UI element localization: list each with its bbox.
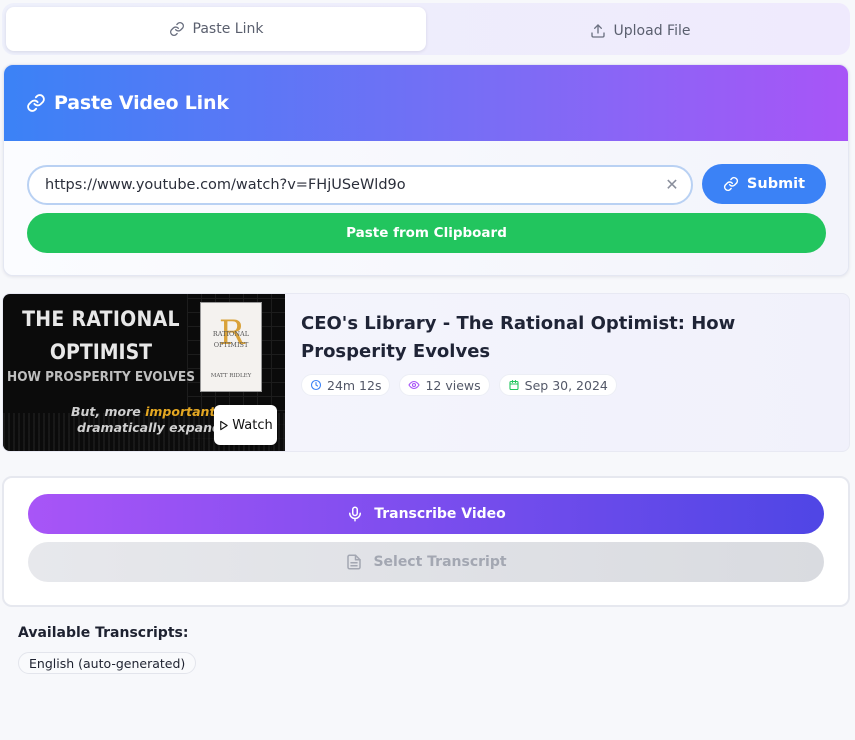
select-transcript-button[interactable]: Select Transcript bbox=[28, 542, 824, 582]
clear-icon[interactable]: ✕ bbox=[663, 176, 681, 194]
eye-icon bbox=[408, 380, 421, 390]
book-cover-title1: RATIONAL bbox=[212, 330, 250, 338]
duration-text: 24m 12s bbox=[327, 377, 382, 393]
date-text: Sep 30, 2024 bbox=[524, 377, 608, 393]
transcript-language-chip[interactable]: English (auto-generated) bbox=[18, 652, 197, 674]
submit-button[interactable]: Submit bbox=[702, 164, 826, 204]
transcript-language-label: English (auto-generated) bbox=[29, 655, 186, 671]
duration-badge: 24m 12s bbox=[301, 374, 391, 396]
calendar-icon bbox=[509, 379, 519, 391]
tab-paste-link-label: Paste Link bbox=[192, 21, 264, 37]
watch-button[interactable]: Watch bbox=[214, 405, 277, 445]
watch-label: Watch bbox=[232, 417, 273, 433]
paste-card-title: Paste Video Link bbox=[54, 92, 229, 114]
video-meta: 24m 12s 12 views Sep 30, 2024 bbox=[301, 374, 617, 396]
paste-card-body: https://www.youtube.com/watch?v=FHjUSeWl… bbox=[4, 141, 848, 275]
source-tabs: Paste Link Upload File bbox=[2, 3, 850, 55]
url-input-value: https://www.youtube.com/watch?v=FHjUSeWl… bbox=[45, 177, 406, 193]
url-input[interactable]: https://www.youtube.com/watch?v=FHjUSeWl… bbox=[27, 165, 693, 205]
paste-card-header: Paste Video Link bbox=[4, 65, 848, 141]
video-title: CEO's Library - The Rational Optimist: H… bbox=[301, 313, 736, 362]
available-transcripts-label: Available Transcripts: bbox=[18, 625, 189, 641]
transcribe-actions-card: Transcribe Video Select Transcript bbox=[2, 476, 850, 607]
microphone-icon bbox=[349, 506, 362, 522]
clock-icon bbox=[310, 379, 322, 391]
tab-upload-file[interactable]: Upload File bbox=[430, 9, 850, 53]
views-badge: 12 views bbox=[399, 374, 490, 396]
transcribe-video-button[interactable]: Transcribe Video bbox=[28, 494, 824, 534]
thumbnail-line2: OPTIMIST bbox=[49, 340, 153, 364]
video-thumbnail[interactable]: THE RATIONAL OPTIMIST HOW PROSPERITY EVO… bbox=[3, 294, 285, 451]
thumbnail-caption-prefix: But, more bbox=[71, 404, 141, 419]
paste-from-clipboard-button[interactable]: Paste from Clipboard bbox=[27, 213, 826, 253]
views-text: 12 views bbox=[425, 377, 481, 393]
submit-label: Submit bbox=[746, 176, 806, 192]
thumbnail-line1: THE RATIONAL bbox=[22, 307, 180, 331]
date-badge: Sep 30, 2024 bbox=[498, 374, 617, 396]
book-cover-image: R RATIONAL OPTIMIST MATT RIDLEY bbox=[201, 303, 261, 391]
clipboard-label: Paste from Clipboard bbox=[346, 225, 507, 241]
play-icon bbox=[220, 420, 228, 430]
link-icon bbox=[169, 22, 184, 36]
tab-upload-file-label: Upload File bbox=[613, 23, 691, 39]
book-cover-author: MATT RIDLEY bbox=[210, 373, 252, 379]
book-cover-title2: OPTIMIST bbox=[213, 341, 249, 349]
thumbnail-line3: HOW PROSPERITY EVOLVES bbox=[7, 369, 195, 385]
link-icon bbox=[723, 176, 738, 192]
paste-link-card: Paste Video Link https://www.youtube.com… bbox=[3, 64, 849, 276]
link-icon bbox=[27, 94, 45, 112]
transcribe-label: Transcribe Video bbox=[374, 506, 506, 522]
document-icon bbox=[347, 554, 362, 570]
tab-paste-link[interactable]: Paste Link bbox=[6, 7, 426, 51]
video-preview-card: THE RATIONAL OPTIMIST HOW PROSPERITY EVO… bbox=[2, 293, 850, 452]
upload-icon bbox=[590, 24, 605, 38]
select-transcript-label: Select Transcript bbox=[373, 554, 507, 570]
